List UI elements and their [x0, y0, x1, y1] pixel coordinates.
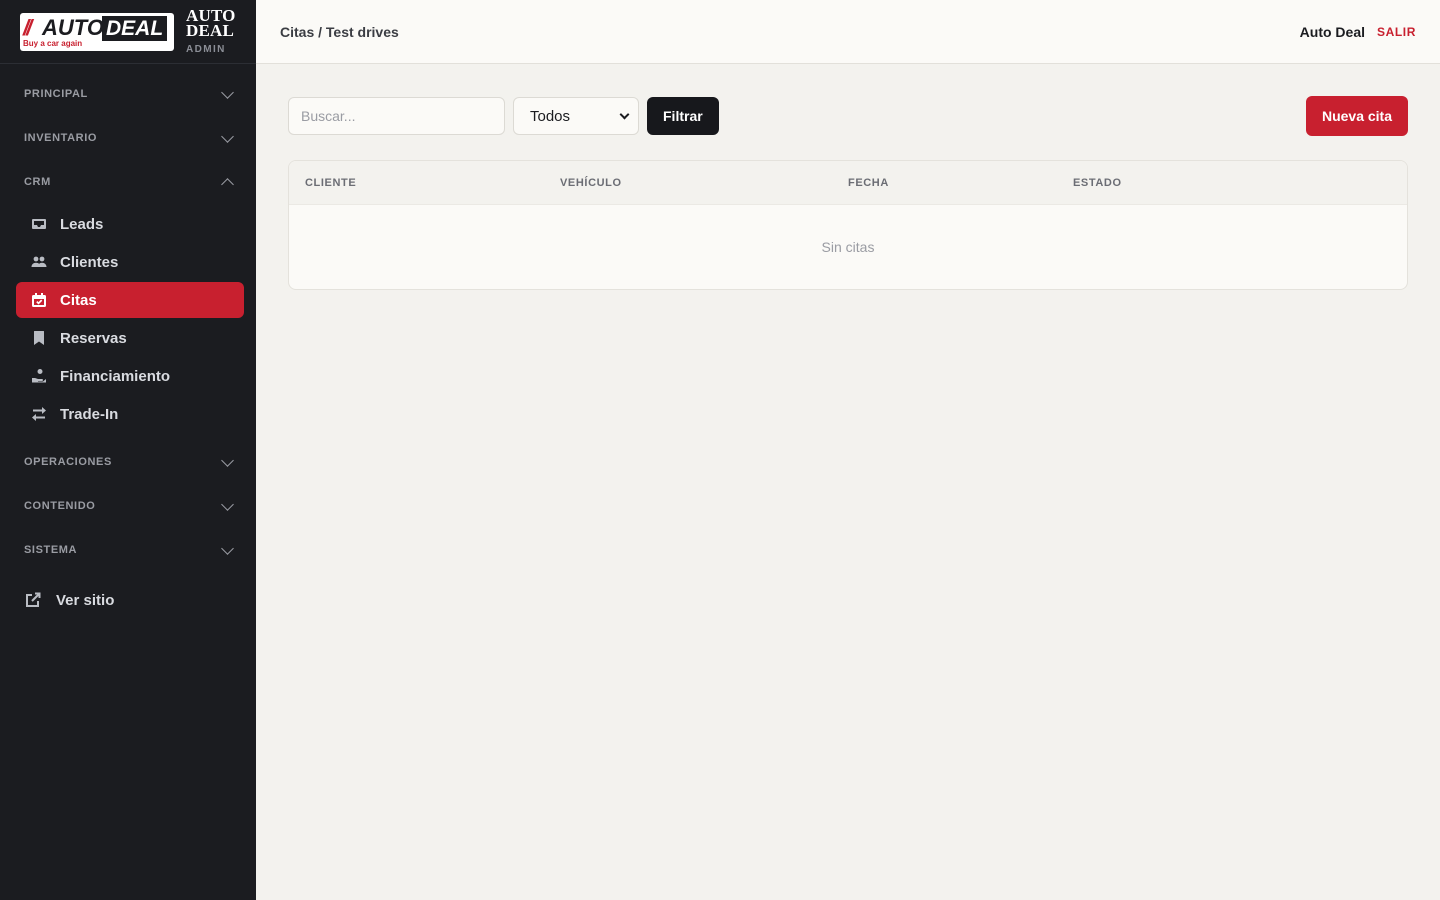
sidebar-item-reservas[interactable]: Reservas [16, 320, 244, 356]
section-label: CONTENIDO [24, 500, 96, 512]
chevron-down-icon [221, 129, 234, 143]
users-icon [30, 253, 48, 271]
brand-text: AUTO DEAL ADMIN [186, 7, 236, 55]
crm-items: Leads Clientes Citas Reservas Financiami… [0, 204, 256, 440]
column-header-cliente[interactable]: CLIENTE [305, 177, 356, 189]
filters: Todos Filtrar [288, 97, 719, 135]
section-label: OPERACIONES [24, 456, 112, 468]
section-label: SISTEMA [24, 544, 78, 556]
sidebar-item-trade-in[interactable]: Trade-In [16, 396, 244, 432]
chevron-down-icon [619, 109, 630, 119]
view-site-label: Ver sitio [56, 591, 115, 609]
section-inventario[interactable]: INVENTARIO [0, 116, 256, 160]
section-label: PRINCIPAL [24, 88, 88, 100]
sidebar-item-citas[interactable]: Citas [16, 282, 244, 318]
section-principal[interactable]: PRINCIPAL [0, 72, 256, 116]
section-label: INVENTARIO [24, 132, 98, 144]
inbox-icon [30, 215, 48, 233]
topbar: Citas / Test drives Auto Deal SALIR [256, 0, 1440, 64]
table-header: CLIENTE VEHÍCULO FECHA ESTADO [289, 161, 1407, 205]
autodeal-logo[interactable]: // AUTO DEAL Buy a car again [20, 12, 174, 51]
chevron-down-icon [221, 541, 234, 555]
sidebar-item-clientes[interactable]: Clientes [16, 244, 244, 280]
column-header-vehiculo[interactable]: VEHÍCULO [560, 177, 622, 189]
chevron-down-icon [221, 497, 234, 511]
status-select[interactable]: Todos [513, 97, 639, 135]
section-label: CRM [24, 176, 51, 188]
exchange-icon [30, 405, 48, 423]
sidebar-item-label: Citas [60, 291, 97, 309]
column-header-estado[interactable]: ESTADO [1073, 177, 1122, 189]
hand-coin-icon [30, 367, 48, 385]
logo-deal: DEAL [102, 15, 168, 41]
logo-auto: AUTO [42, 14, 104, 40]
chevron-down-icon [221, 453, 234, 467]
toolbar: Todos Filtrar Nueva cita [288, 96, 1408, 136]
view-site-link[interactable]: Ver sitio [0, 582, 256, 618]
external-link-icon [24, 591, 42, 609]
section-operaciones[interactable]: OPERACIONES [0, 440, 256, 484]
empty-state: Sin citas [821, 239, 875, 255]
sidebar-item-label: Leads [60, 215, 104, 233]
user-area: Auto Deal SALIR [1300, 24, 1416, 40]
brand-sub: ADMIN [186, 44, 226, 55]
new-appointment-button[interactable]: Nueva cita [1305, 96, 1408, 136]
status-select-value: Todos [530, 107, 571, 125]
user-name: Auto Deal [1299, 23, 1365, 40]
sidebar-item-label: Trade-In [60, 405, 119, 423]
sidebar-item-leads[interactable]: Leads [16, 206, 244, 242]
brand-name-line2: DEAL [186, 21, 235, 40]
sidebar-item-financiamiento[interactable]: Financiamiento [16, 358, 244, 394]
brand: // AUTO DEAL Buy a car again AUTO DEAL A… [0, 0, 256, 64]
logo-slashes: // [23, 14, 32, 40]
chevron-down-icon [221, 85, 234, 99]
section-crm[interactable]: CRM [0, 160, 256, 204]
appointments-table: CLIENTE VEHÍCULO FECHA ESTADO Sin citas [288, 160, 1408, 290]
sidebar-item-label: Financiamiento [60, 367, 171, 385]
logo-tagline: Buy a car again [23, 38, 83, 48]
filter-button[interactable]: Filtrar [647, 97, 719, 135]
logout-link[interactable]: SALIR [1377, 25, 1416, 39]
chevron-up-icon [221, 177, 234, 191]
search-input[interactable] [288, 97, 505, 135]
sidebar-item-label: Clientes [60, 253, 119, 271]
breadcrumb: Citas / Test drives [280, 23, 399, 40]
bookmark-icon [30, 329, 48, 347]
sidebar: // AUTO DEAL Buy a car again AUTO DEAL A… [0, 0, 256, 900]
sidebar-nav: PRINCIPAL INVENTARIO CRM Leads Clientes [0, 64, 256, 618]
sidebar-item-label: Reservas [60, 329, 127, 347]
section-contenido[interactable]: CONTENIDO [0, 484, 256, 528]
main-content: Todos Filtrar Nueva cita CLIENTE VEHÍCUL… [288, 96, 1408, 290]
section-sistema[interactable]: SISTEMA [0, 528, 256, 572]
calendar-icon [30, 291, 48, 309]
column-header-fecha[interactable]: FECHA [848, 177, 889, 189]
